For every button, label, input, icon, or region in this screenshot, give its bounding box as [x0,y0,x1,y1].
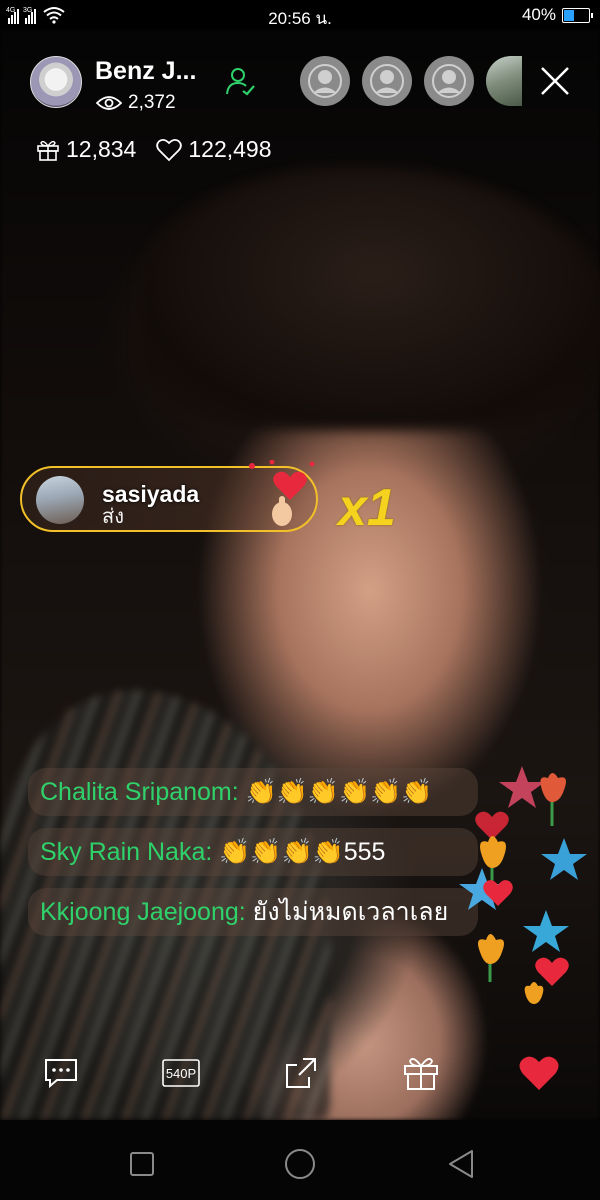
stream-stats: 12,834 122,498 [36,136,272,163]
share-button[interactable] [276,1048,326,1098]
heart-icon [535,957,569,986]
eye-icon [96,96,122,110]
gift-stat-value: 12,834 [66,136,137,162]
follow-button[interactable] [222,63,258,99]
heart-outline-icon [156,138,183,161]
host-avatar[interactable] [30,56,82,108]
chat-text: 👏👏👏👏👏👏 [238,778,433,806]
like-button[interactable] [514,1048,564,1098]
comment-button[interactable] [36,1048,86,1098]
chat-username[interactable]: Kkjoong Jaejoong: [40,898,246,926]
viewer-avatar-photo[interactable] [486,56,522,106]
quality-label: 540P [165,1065,197,1081]
tulip-icon [524,982,544,1004]
tulip-icon [540,773,566,826]
follow-user-icon [226,68,255,96]
chat-message: Kkjoong Jaejoong: ยังไม่หมดเวลาเลย [28,888,478,936]
heart-icon [475,811,509,840]
battery-icon [562,7,593,23]
star-icon [523,910,569,952]
default-avatar-icon [308,64,342,98]
chat-message: Sky Rain Naka: 👏👏👏👏555 [28,828,478,876]
send-gift-button[interactable] [396,1048,446,1098]
gift-stat: 12,834 [36,136,136,163]
floating-reactions [459,766,587,1004]
top-viewers [300,56,522,106]
like-stat-value: 122,498 [188,136,272,162]
viewer-avatar[interactable] [424,56,474,106]
star-icon [541,838,587,880]
battery-status: 40% [521,5,593,25]
gift-icon [404,1058,438,1090]
gift-notification: ส่ง sasiyada [20,460,318,532]
chat-text: ยังไม่หมดเวลาเลย [245,898,449,926]
home-button[interactable] [280,1144,320,1184]
status-bar: 4G 3G 20:56 น. 40% [0,0,600,30]
like-heart-icon [519,1056,559,1090]
viewer-count-value: 2,372 [128,92,176,113]
clock: 20:56 น. [268,9,332,28]
gift-sender-name: sasiyada [102,481,200,507]
like-stat: 122,498 [156,136,272,163]
bottom-toolbar: 540P [0,1048,600,1098]
system-nav-bar [0,1120,600,1200]
battery-percent: 40% [521,5,556,24]
gift-combo-count: x1 [338,479,396,537]
back-button[interactable] [440,1144,480,1184]
quality-button[interactable]: 540P [156,1048,206,1098]
share-icon [286,1058,316,1088]
triangle-back-icon [449,1150,473,1178]
viewer-avatar[interactable] [362,56,412,106]
chat-username[interactable]: Chalita Sripanom: [40,778,239,806]
chat-text: 👏👏👏👏555 [212,838,386,866]
close-button[interactable] [536,62,574,100]
viewer-avatar[interactable] [300,56,350,106]
gift-sender-avatar [36,476,84,524]
recent-apps-button[interactable] [122,1144,162,1184]
star-icon [499,766,545,808]
video-hair-shade [140,170,600,430]
circle-icon [285,1149,315,1179]
chat-message: Chalita Sripanom: 👏👏👏👏👏👏 [28,768,478,816]
close-icon [541,67,569,95]
host-name[interactable]: Benz J... [95,57,196,86]
default-avatar-icon [432,64,466,98]
live-stream-screen: 4G 3G 20:56 น. 40% Benz J... 2,372 12,83… [0,0,600,1200]
chat-username[interactable]: Sky Rain Naka: [40,838,212,866]
default-avatar-icon [370,64,404,98]
square-icon [130,1152,154,1176]
tulip-icon [478,934,504,982]
chat-list: Chalita Sripanom: 👏👏👏👏👏👏 Sky Rain Naka: … [28,768,478,948]
gift-icon [37,140,59,161]
viewer-count: 2,372 [96,92,176,114]
finger-heart-gift-icon [249,460,315,526]
comment-icon [45,1059,77,1089]
